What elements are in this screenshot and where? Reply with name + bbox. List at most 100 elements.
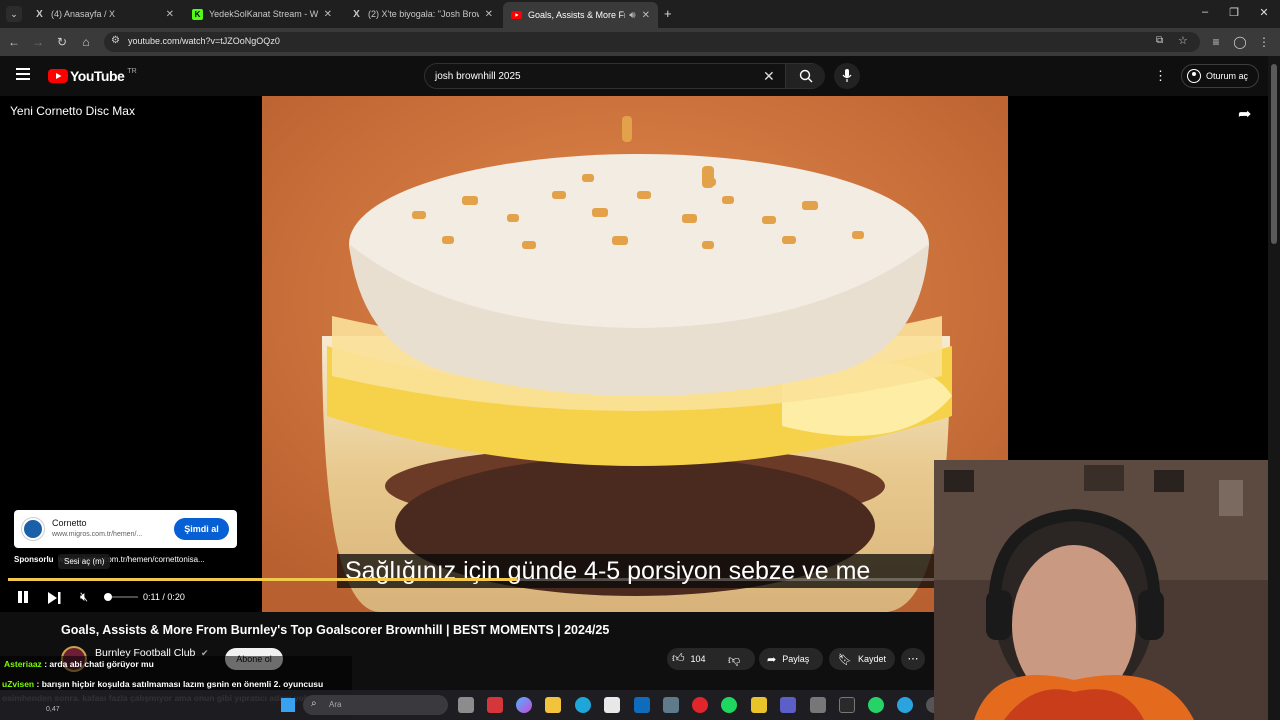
next-button[interactable]: [48, 591, 61, 609]
url-text: youtube.com/watch?v=tJZOoNgOQz0: [128, 36, 280, 46]
store-icon[interactable]: [604, 697, 620, 713]
teams-icon[interactable]: [780, 697, 796, 713]
youtube-play-icon: [48, 69, 68, 83]
chat-username: uZvisen: [2, 679, 35, 689]
tab-title: (4) Anasayfa / X: [51, 9, 116, 19]
share-icon[interactable]: ➦: [1238, 104, 1251, 124]
tab-title: (2) X'te biyogala: "Josh Brownhi: [368, 9, 479, 19]
taskbar-search-placeholder: Ara: [329, 700, 342, 709]
app-gray-icon[interactable]: [810, 697, 826, 713]
minimize-icon[interactable]: –: [1195, 6, 1215, 18]
install-app-icon[interactable]: ⧉: [1156, 35, 1163, 46]
sign-in-button[interactable]: Oturum aç: [1181, 64, 1259, 88]
search-button[interactable]: [785, 64, 825, 88]
buy-now-button[interactable]: Şimdi al: [174, 518, 229, 540]
close-window-icon[interactable]: ✕: [1254, 6, 1274, 19]
chat-message: Asteriaaz : arda abi chati görüyor mu: [4, 659, 154, 669]
account-icon: [1187, 69, 1201, 83]
home-icon[interactable]: ⌂: [78, 34, 94, 50]
browser-menu-icon[interactable]: ⋮: [1256, 34, 1272, 50]
file-explorer-icon[interactable]: [545, 697, 561, 713]
site-info-icon[interactable]: ⚙: [111, 35, 120, 46]
reload-icon[interactable]: ↻: [54, 34, 70, 50]
copilot-icon[interactable]: [516, 697, 532, 713]
whatsapp-icon[interactable]: [868, 697, 884, 713]
ad-progress-fill: [8, 578, 518, 581]
close-tab-icon[interactable]: ✕: [485, 9, 493, 20]
pause-icon: [18, 591, 22, 603]
volume-slider[interactable]: [104, 593, 138, 601]
hamburger-menu-icon[interactable]: [16, 68, 30, 80]
skip-next-icon: [48, 592, 61, 604]
opera-icon[interactable]: [692, 697, 708, 713]
task-view-icon[interactable]: [458, 697, 474, 713]
thumbs-up-icon: 👍︎: [672, 651, 685, 665]
share-arrow-icon: ➦: [767, 653, 777, 666]
video-title: Goals, Assists & More From Burnley's Top…: [61, 623, 610, 637]
microphone-icon: [842, 69, 852, 82]
back-arrow-icon[interactable]: ←: [6, 34, 22, 50]
tab-search-button[interactable]: ⌄: [6, 6, 22, 22]
profile-icon[interactable]: ◯: [1232, 34, 1248, 50]
youtube-logo[interactable]: YouTube TR: [48, 68, 137, 84]
browser-toolbar: ← → ↻ ⌂ ⚙ youtube.com/watch?v=tJZOoNgOQz…: [0, 28, 1280, 56]
telegram-icon[interactable]: [897, 697, 913, 713]
forward-arrow-icon[interactable]: →: [30, 34, 46, 50]
bookmark-star-icon[interactable]: ☆: [1178, 34, 1188, 47]
browser-tab-strip: ⌄ X (4) Anasayfa / X ✕ K YedekSolKanat S…: [0, 0, 1280, 28]
edge-browser-icon[interactable]: [575, 697, 591, 713]
app-red-icon[interactable]: [487, 697, 503, 713]
page-scrollbar[interactable]: [1268, 56, 1280, 720]
weather-temp: 0,47: [46, 706, 60, 713]
x-logo-icon: X: [36, 8, 43, 20]
like-button[interactable]: 👍︎ 104: [672, 651, 706, 666]
speaker-icon[interactable]: 🔊︎: [629, 10, 635, 21]
clear-search-icon[interactable]: ✕: [763, 68, 775, 85]
share-label: Paylaş: [782, 654, 810, 664]
search-input[interactable]: josh brownhill 2025: [435, 71, 521, 82]
volume-knob[interactable]: [104, 593, 112, 601]
browser-tab[interactable]: X (2) X'te biyogala: "Josh Brownhi ✕: [343, 4, 501, 24]
ad-brand-name: Cornetto: [52, 518, 87, 528]
volume-mute-icon[interactable]: 🔇︎: [80, 589, 88, 605]
ad-link[interactable]: www.migros.com.tr/hemen/...: [52, 531, 142, 538]
cornetto-logo-icon: [22, 518, 44, 540]
taskbar-search[interactable]: ⌕ Ara: [303, 695, 448, 715]
webcam-person-image: [934, 460, 1280, 720]
close-tab-icon[interactable]: ✕: [166, 9, 174, 20]
like-count: 104: [690, 653, 706, 664]
ad-title: Yeni Cornetto Disc Max: [10, 104, 135, 118]
ad-progress-track[interactable]: [8, 578, 934, 581]
close-tab-icon[interactable]: ✕: [642, 10, 650, 21]
tab-title: YedekSolKanat Stream - Watch: [209, 9, 318, 19]
pause-button[interactable]: [17, 591, 29, 604]
voice-search-button[interactable]: [834, 63, 860, 89]
restore-icon[interactable]: ❐: [1224, 6, 1244, 19]
address-bar[interactable]: ⚙ youtube.com/watch?v=tJZOoNgOQz0 ⧉ ☆: [104, 32, 1200, 52]
dislike-button[interactable]: 👎︎: [728, 651, 740, 669]
ad-sponsor-card[interactable]: Cornetto www.migros.com.tr/hemen/... Şim…: [14, 510, 237, 548]
close-tab-icon[interactable]: ✕: [324, 9, 332, 20]
settings-menu-icon[interactable]: ⋮: [1154, 68, 1167, 84]
browser-tab-active[interactable]: Goals, Assists & More From 🔊︎ ✕: [503, 2, 658, 28]
browser-tab[interactable]: K YedekSolKanat Stream - Watch ✕: [184, 4, 340, 24]
media-controls-icon[interactable]: ≡: [1208, 34, 1224, 50]
sign-in-label: Oturum aç: [1206, 71, 1249, 81]
search-box[interactable]: josh brownhill 2025 ✕: [424, 63, 825, 89]
ice-cream-dessert-image: [262, 96, 1008, 612]
outlook-icon[interactable]: [634, 697, 650, 713]
spotify-icon[interactable]: [721, 697, 737, 713]
new-tab-button[interactable]: +: [664, 6, 672, 21]
share-button[interactable]: ➦ Paylaş: [759, 648, 823, 670]
more-actions-button[interactable]: ⋯: [901, 648, 925, 670]
app-icon[interactable]: [663, 697, 679, 713]
region-code: TR: [127, 67, 137, 75]
app-yellow-icon[interactable]: [751, 697, 767, 713]
sponsored-label: Sponsorlu: [14, 555, 54, 564]
streamer-webcam: [934, 460, 1280, 720]
app-dark-icon[interactable]: [839, 697, 855, 713]
scrollbar-thumb[interactable]: [1271, 64, 1277, 244]
start-button[interactable]: [281, 698, 295, 712]
save-button[interactable]: 🔖︎ Kaydet: [829, 648, 895, 670]
browser-tab[interactable]: X (4) Anasayfa / X ✕: [26, 4, 182, 24]
